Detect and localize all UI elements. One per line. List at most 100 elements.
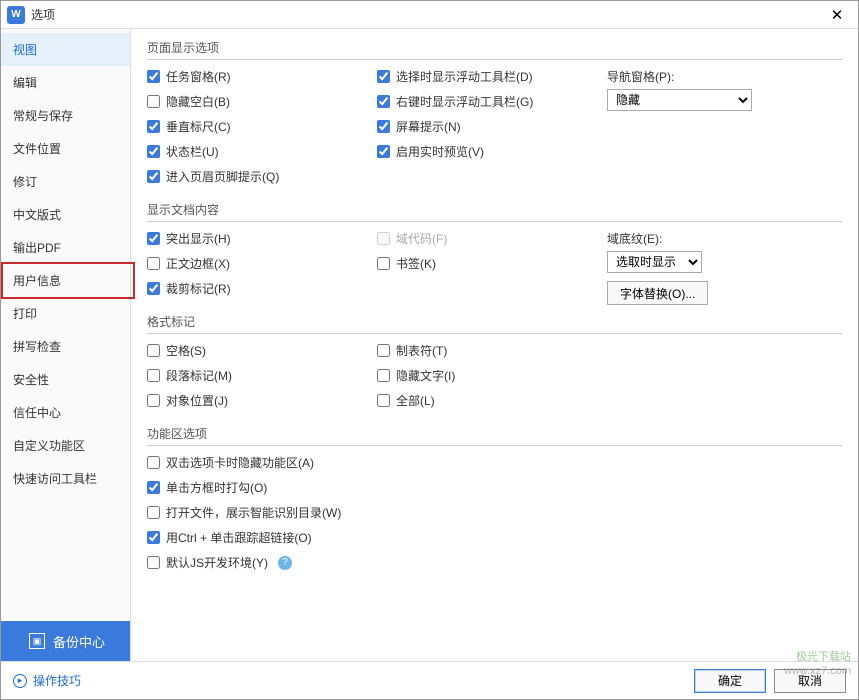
options-dialog: W 选项 ✕ 视图编辑常规与保存文件位置修订中文版式输出PDF用户信息打印拼写检…	[0, 0, 859, 700]
checkbox-label: 打开文件，展示智能识别目录(W)	[166, 504, 341, 521]
sidebar-item[interactable]: 自定义功能区	[1, 429, 130, 462]
dialog-title: 选项	[31, 6, 822, 23]
sidebar-item[interactable]: 视图	[1, 33, 130, 66]
backup-center-button[interactable]: ▣ 备份中心	[1, 621, 130, 661]
section-ribbon: 功能区选项 双击选项卡时隐藏功能区(A)单击方框时打勾(O)打开文件，展示智能识…	[147, 425, 842, 571]
checkbox[interactable]	[377, 145, 390, 158]
checkbox-label: 任务窗格(R)	[166, 68, 231, 85]
checkbox[interactable]	[377, 257, 390, 270]
tips-link[interactable]: ▸ 操作技巧	[13, 672, 81, 689]
field-shading-select[interactable]: 选取时显示	[607, 251, 702, 273]
checkbox[interactable]	[147, 394, 160, 407]
checkbox[interactable]	[377, 369, 390, 382]
checkbox[interactable]	[377, 344, 390, 357]
checkbox[interactable]	[147, 70, 160, 83]
check-item[interactable]: 启用实时预览(V)	[377, 143, 607, 160]
checkbox[interactable]	[147, 170, 160, 183]
backup-icon: ▣	[29, 633, 45, 649]
check-item[interactable]: 双击选项卡时隐藏功能区(A)	[147, 454, 842, 471]
check-item[interactable]: 书签(K)	[377, 255, 607, 272]
checkbox[interactable]	[377, 394, 390, 407]
checkbox-label: 默认JS开发环境(Y)	[166, 554, 268, 571]
sidebar-list: 视图编辑常规与保存文件位置修订中文版式输出PDF用户信息打印拼写检查安全性信任中…	[1, 29, 130, 621]
check-item[interactable]: 状态栏(U)	[147, 143, 377, 160]
close-icon[interactable]: ✕	[822, 6, 852, 24]
field-shading-label: 域底纹(E):	[607, 230, 842, 247]
sidebar-item[interactable]: 拼写检查	[1, 330, 130, 363]
check-item[interactable]: 打开文件，展示智能识别目录(W)	[147, 504, 842, 521]
checkbox[interactable]	[147, 282, 160, 295]
checkbox[interactable]	[147, 506, 160, 519]
sidebar-item[interactable]: 常规与保存	[1, 99, 130, 132]
checkbox[interactable]	[147, 481, 160, 494]
checkbox-label: 隐藏空白(B)	[166, 93, 230, 110]
check-item[interactable]: 进入页眉页脚提示(Q)	[147, 168, 377, 185]
checkbox[interactable]	[377, 70, 390, 83]
checkbox	[377, 232, 390, 245]
section-page-display: 页面显示选项 任务窗格(R)隐藏空白(B)垂直标尺(C)状态栏(U)进入页眉页脚…	[147, 39, 842, 193]
sidebar-item[interactable]: 信任中心	[1, 396, 130, 429]
check-item[interactable]: 制表符(T)	[377, 342, 607, 359]
content-panel: 页面显示选项 任务窗格(R)隐藏空白(B)垂直标尺(C)状态栏(U)进入页眉页脚…	[131, 29, 858, 661]
checkbox[interactable]	[147, 369, 160, 382]
checkbox-label: 状态栏(U)	[166, 143, 219, 160]
checkbox[interactable]	[147, 145, 160, 158]
check-item[interactable]: 全部(L)	[377, 392, 607, 409]
check-item[interactable]: 默认JS开发环境(Y)?	[147, 554, 842, 571]
sidebar: 视图编辑常规与保存文件位置修订中文版式输出PDF用户信息打印拼写检查安全性信任中…	[1, 29, 131, 661]
section-doc-content: 显示文档内容 突出显示(H)正文边框(X)裁剪标记(R) 域代码(F)书签(K)…	[147, 201, 842, 305]
sidebar-item[interactable]: 安全性	[1, 363, 130, 396]
checkbox-label: 空格(S)	[166, 342, 206, 359]
check-item[interactable]: 用Ctrl + 单击跟踪超链接(O)	[147, 529, 842, 546]
sidebar-item[interactable]: 修订	[1, 165, 130, 198]
help-icon[interactable]: ?	[278, 556, 292, 570]
check-item[interactable]: 隐藏文字(I)	[377, 367, 607, 384]
checkbox-label: 裁剪标记(R)	[166, 280, 231, 297]
check-item[interactable]: 隐藏空白(B)	[147, 93, 377, 110]
section-title: 格式标记	[147, 313, 842, 334]
checkbox[interactable]	[147, 556, 160, 569]
checkbox-label: 突出显示(H)	[166, 230, 231, 247]
checkbox[interactable]	[147, 531, 160, 544]
check-item[interactable]: 单击方框时打勾(O)	[147, 479, 842, 496]
sidebar-item[interactable]: 快速访问工具栏	[1, 462, 130, 495]
sidebar-item[interactable]: 中文版式	[1, 198, 130, 231]
checkbox-label: 选择时显示浮动工具栏(D)	[396, 68, 533, 85]
checkbox-label: 域代码(F)	[396, 230, 447, 247]
check-item[interactable]: 右键时显示浮动工具栏(G)	[377, 93, 607, 110]
checkbox[interactable]	[147, 232, 160, 245]
checkbox[interactable]	[147, 456, 160, 469]
app-icon: W	[7, 6, 25, 24]
checkbox[interactable]	[147, 120, 160, 133]
sidebar-item[interactable]: 用户信息	[1, 264, 130, 297]
nav-pane-select[interactable]: 隐藏	[607, 89, 752, 111]
cancel-button[interactable]: 取消	[774, 669, 846, 693]
checkbox[interactable]	[377, 95, 390, 108]
dialog-body: 视图编辑常规与保存文件位置修订中文版式输出PDF用户信息打印拼写检查安全性信任中…	[1, 29, 858, 661]
tips-label: 操作技巧	[33, 672, 81, 689]
check-item[interactable]: 垂直标尺(C)	[147, 118, 377, 135]
check-item[interactable]: 空格(S)	[147, 342, 377, 359]
sidebar-item[interactable]: 输出PDF	[1, 231, 130, 264]
play-icon: ▸	[13, 674, 27, 688]
sidebar-item[interactable]: 编辑	[1, 66, 130, 99]
checkbox[interactable]	[147, 344, 160, 357]
check-item[interactable]: 裁剪标记(R)	[147, 280, 377, 297]
backup-label: 备份中心	[53, 632, 105, 651]
check-item[interactable]: 段落标记(M)	[147, 367, 377, 384]
checkbox-label: 隐藏文字(I)	[396, 367, 455, 384]
check-item[interactable]: 任务窗格(R)	[147, 68, 377, 85]
sidebar-item[interactable]: 文件位置	[1, 132, 130, 165]
check-item[interactable]: 选择时显示浮动工具栏(D)	[377, 68, 607, 85]
check-item[interactable]: 对象位置(J)	[147, 392, 377, 409]
check-item[interactable]: 突出显示(H)	[147, 230, 377, 247]
checkbox[interactable]	[147, 257, 160, 270]
sidebar-item[interactable]: 打印	[1, 297, 130, 330]
check-item[interactable]: 屏幕提示(N)	[377, 118, 607, 135]
checkbox[interactable]	[377, 120, 390, 133]
ok-button[interactable]: 确定	[694, 669, 766, 693]
font-substitution-button[interactable]: 字体替换(O)...	[607, 281, 708, 305]
checkbox[interactable]	[147, 95, 160, 108]
check-item[interactable]: 正文边框(X)	[147, 255, 377, 272]
checkbox-label: 制表符(T)	[396, 342, 447, 359]
